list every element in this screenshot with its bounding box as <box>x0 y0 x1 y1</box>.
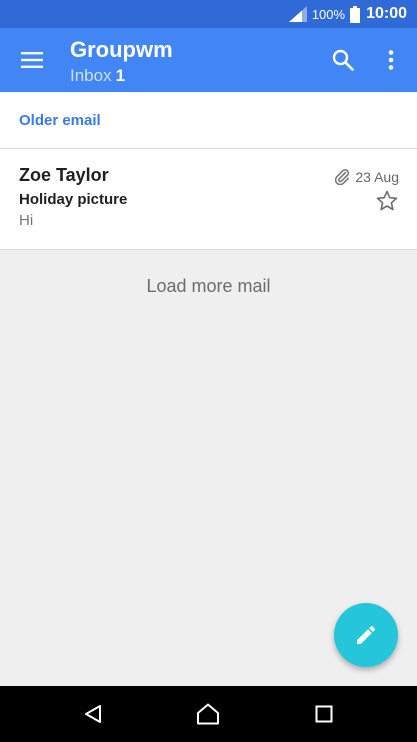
star-outline-icon <box>376 190 398 211</box>
battery-icon <box>350 5 361 23</box>
account-title: Groupwm <box>70 37 173 62</box>
compose-button[interactable] <box>334 603 398 667</box>
folder-subtitle: Inbox 1 <box>70 66 125 86</box>
pencil-icon <box>357 625 375 644</box>
nav-home-button[interactable] <box>188 694 228 734</box>
menu-button[interactable] <box>12 40 52 80</box>
battery-percentage: 100% <box>311 6 346 22</box>
email-date: 23 Aug <box>355 168 399 185</box>
menu-icon <box>21 52 43 68</box>
email-subject: Holiday picture <box>19 191 128 208</box>
back-icon <box>85 705 101 723</box>
older-email-link[interactable]: Older email <box>19 112 101 129</box>
home-icon <box>197 703 219 725</box>
email-list-item[interactable]: Zoe Taylor Holiday picture Hi 23 Aug <box>0 149 417 250</box>
star-button[interactable] <box>374 188 400 214</box>
clock: 10:00 <box>366 5 407 22</box>
email-meta: 23 Aug <box>334 168 399 185</box>
folder-name: Inbox <box>70 66 112 85</box>
signal-icon <box>288 6 307 22</box>
search-button[interactable] <box>323 40 363 80</box>
older-email-row[interactable]: Older email <box>0 92 417 149</box>
attachment-icon <box>335 169 350 185</box>
overflow-menu-button[interactable] <box>371 40 411 80</box>
navigation-bar <box>0 686 417 742</box>
unread-count: 1 <box>115 66 126 85</box>
status-bar: 100% 10:00 <box>0 0 417 28</box>
more-vert-icon <box>388 50 394 70</box>
load-more-button[interactable]: Load more mail <box>0 276 417 297</box>
nav-back-button[interactable] <box>73 694 113 734</box>
search-icon <box>332 49 354 71</box>
email-snippet: Hi <box>19 212 34 229</box>
status-right: 100% 10:00 <box>288 0 407 28</box>
nav-recent-apps-button[interactable] <box>304 694 344 734</box>
email-sender: Zoe Taylor <box>19 165 109 185</box>
recent-apps-icon <box>315 705 333 723</box>
app-bar: Groupwm Inbox 1 <box>0 28 417 92</box>
